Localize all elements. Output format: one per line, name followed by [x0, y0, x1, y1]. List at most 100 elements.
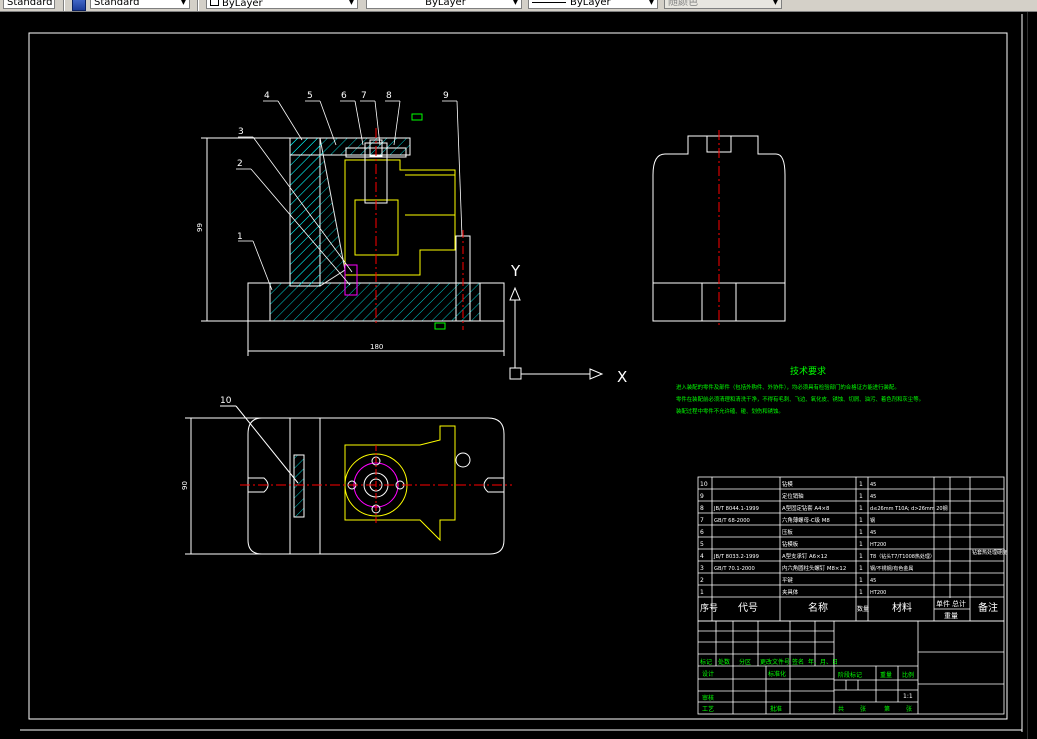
chevron-down-icon[interactable]: ▼: [179, 0, 188, 7]
bom-note: 钻套热处理硬度: [972, 549, 1007, 556]
bom-cell-name: A型固定钻套 A4×8: [782, 504, 830, 512]
balloon-3: 3: [238, 127, 244, 137]
balloon-9: 9: [443, 91, 449, 101]
bom-header-single: 单件: [936, 599, 950, 608]
revision-mark: 标记: [700, 658, 712, 666]
text-style-combo[interactable]: Standard: [3, 0, 55, 9]
workpiece-top: [344, 425, 456, 542]
bom-cell-qty: 1: [859, 517, 863, 524]
drawing-canvas[interactable]: 99 180 1 2 3 4 5 6 7 8 9 90 10 Y X 技术要求 …: [0, 12, 1028, 739]
side-view[interactable]: [652, 130, 786, 326]
bom-cell-material: 45: [870, 578, 876, 584]
roughness-mark: [434, 322, 446, 330]
ucs-x-label: X: [617, 368, 627, 386]
outer-frame: [28, 32, 1008, 720]
dimension-style-icon[interactable]: [72, 0, 86, 11]
bom-header-remark: 备注: [978, 601, 998, 614]
balloon-6: 6: [341, 91, 347, 101]
chevron-down-icon[interactable]: ▼: [771, 0, 780, 7]
title-sheets-total: 共: [838, 705, 844, 713]
lineweight-combo[interactable]: ByLayer ▼: [528, 0, 658, 9]
chevron-down-icon[interactable]: ▼: [511, 0, 520, 7]
bom-cell-no: 5: [700, 541, 704, 548]
revision-doc: 更改文件号: [760, 658, 790, 666]
base-right-block: [479, 282, 505, 322]
balloon-2: 2: [237, 159, 243, 169]
tech-requirement-line: 零件在装配前必须清理和清洗干净，不得有毛刺、飞边、氧化皮、锈蚀、切屑、油污、着色…: [676, 395, 924, 403]
bom-cell-code: JB/T 8044.1-1999: [713, 506, 759, 512]
color-combo[interactable]: ByLayer ▼: [206, 0, 358, 9]
bom-cell-no: 10: [700, 481, 708, 488]
linetype-combo[interactable]: ByLayer ▼: [366, 0, 522, 9]
workpiece-boss: [405, 174, 455, 216]
bom-cell-qty: 1: [859, 589, 863, 596]
bom-cell-name: 内六角圆柱头螺钉 M8×12: [782, 564, 846, 572]
top-view[interactable]: 90 10: [181, 396, 512, 555]
properties-toolbar: Standard Standard ▼ ByLayer ▼ ByLayer ▼ …: [0, 0, 1037, 12]
bom-cell-name: 钻模板: [782, 540, 799, 548]
bom-cell-qty: 1: [859, 541, 863, 548]
text-style-value: Standard: [7, 0, 53, 8]
dimension-style-combo[interactable]: Standard ▼: [90, 0, 190, 9]
plot-style-value: 随颜色: [668, 0, 698, 8]
bom-cell-qty: 1: [859, 577, 863, 584]
height-dimension-text: 99: [196, 223, 204, 232]
ucs-icon: [509, 286, 604, 380]
title-scale-value: 1:1: [903, 693, 913, 700]
title-stage-mark: 阶段标记: [838, 671, 862, 679]
column-rib: [289, 137, 346, 287]
chevron-down-icon[interactable]: ▼: [647, 0, 656, 7]
bom-rows: 10 钻模 1 459 定位销轴 1 458 JB/T 8044.1-1999 A型固定钻套 A…: [700, 480, 948, 596]
lineweight-sample-icon: [532, 1, 566, 3]
chevron-down-icon[interactable]: ▼: [347, 0, 356, 7]
bom-cell-qty: 1: [859, 529, 863, 536]
workpiece-outline: [344, 159, 456, 276]
title-sheet-unit: 张: [906, 705, 912, 713]
title-standardization: 标准化: [768, 670, 786, 678]
bom-cell-material: 45: [870, 494, 876, 500]
front-view[interactable]: 99 180 1 2 3 4 5 6 7 8 9: [196, 91, 505, 356]
bom-cell-material: HT200: [870, 590, 886, 596]
bom-cell-name: 钻模: [782, 480, 793, 488]
title-scale: 比例: [902, 671, 914, 679]
revision-count: 处数: [718, 658, 730, 666]
balloon-10: 10: [220, 396, 232, 406]
balloon-8: 8: [386, 91, 392, 101]
dimension-style-value: Standard: [94, 0, 140, 8]
bom-cell-code: JB/T 8033.2-1999: [713, 554, 759, 560]
bom-cell-qty: 1: [859, 505, 863, 512]
base-left-block: [247, 282, 271, 322]
bom-cell-name: 平键: [782, 576, 793, 584]
title-sheets-unit: 张: [860, 705, 866, 713]
tech-requirements-title: 技术要求: [790, 365, 826, 377]
vertical-scrollbar[interactable]: [1027, 12, 1037, 739]
bom-cell-name: 六角薄螺母-C级 M8: [782, 516, 830, 524]
toolbar-separator: [197, 0, 199, 11]
bom-cell-material: HT200: [870, 542, 886, 548]
bom-header-code: 代号: [738, 602, 758, 614]
revision-sign: 签名: [792, 658, 804, 666]
title-sheet-no: 第: [884, 705, 890, 713]
bom-cell-qty: 1: [859, 481, 863, 488]
title-process: 工艺: [702, 705, 714, 713]
plot-style-combo[interactable]: 随颜色 ▼: [664, 0, 782, 9]
title-approve: 批准: [770, 705, 782, 713]
revision-zone: 分区: [739, 658, 751, 666]
bom-cell-no: 6: [700, 529, 704, 536]
bom-cell-no: 2: [700, 577, 704, 584]
tech-requirement-line: 进入装配的零件及部件（包括外购件、外协件），均必须具有检验部门的合格证方能进行装…: [676, 383, 900, 391]
color-value: ByLayer: [222, 0, 263, 9]
drill-plate: [289, 137, 411, 156]
bom-cell-qty: 1: [859, 493, 863, 500]
title-review: 审核: [702, 694, 714, 702]
balloon-leaders: [236, 100, 463, 291]
roughness-mark: [411, 113, 423, 121]
bom-cell-material: 钢/不锈钢/有色金属: [870, 565, 913, 572]
width-dimension: [185, 417, 262, 555]
width-dimension-text: 90: [181, 481, 189, 490]
bom-cell-qty: 1: [859, 565, 863, 572]
title-weight: 重量: [880, 671, 892, 679]
balloon-5: 5: [307, 91, 313, 101]
bom-cell-no: 3: [700, 565, 704, 572]
bom-cell-name: 定位销轴: [782, 492, 804, 500]
